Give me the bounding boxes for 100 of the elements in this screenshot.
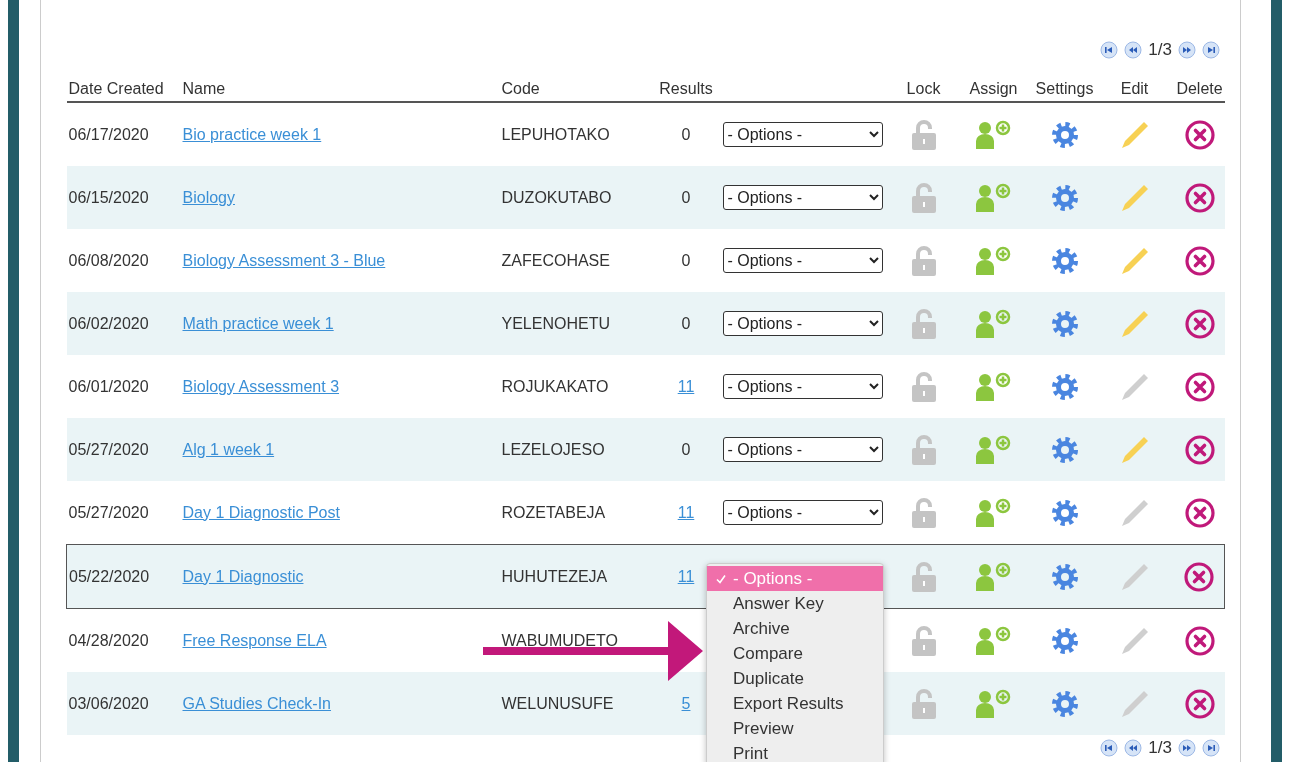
code-cell: HUHUTEZEJA xyxy=(501,567,608,585)
column-header: Results xyxy=(659,80,713,97)
options-dropdown[interactable]: - Options - xyxy=(722,374,883,399)
menu-item[interactable]: Answer Key xyxy=(707,591,883,616)
previous-page-icon[interactable] xyxy=(1124,41,1143,59)
code-cell: ROZETABEJA xyxy=(501,503,606,521)
column-header: Date Created xyxy=(68,80,164,97)
padlock-icon[interactable] xyxy=(910,496,937,529)
column-header: Delete xyxy=(1176,80,1223,97)
code-cell: LEZELOJESO xyxy=(501,440,605,458)
settings-icon[interactable] xyxy=(1050,183,1079,212)
column-header: Name xyxy=(182,80,226,97)
name-link[interactable]: GA Studies Check-In xyxy=(182,694,331,712)
next-page-icon[interactable] xyxy=(1178,739,1196,757)
code-cell: LEPUHOTAKO xyxy=(501,125,610,143)
menu-item[interactable]: Preview xyxy=(707,716,883,741)
date-cell: 03/06/2020 xyxy=(68,694,149,712)
add-person-icon[interactable] xyxy=(974,371,1013,402)
column-header: Settings xyxy=(1035,80,1094,97)
code-cell: YELENOHETU xyxy=(501,314,610,332)
padlock-icon[interactable] xyxy=(910,370,937,403)
options-dropdown[interactable]: - Options - xyxy=(722,500,883,525)
menu-item[interactable]: Print xyxy=(707,741,883,762)
add-person-icon[interactable] xyxy=(974,688,1013,719)
date-cell: 05/27/2020 xyxy=(68,440,149,458)
name-link[interactable]: Biology Assessment 3 xyxy=(182,377,340,395)
options-dropdown[interactable]: - Options - xyxy=(722,437,883,462)
column-header: Edit xyxy=(1120,80,1149,97)
name-link[interactable]: Day 1 Diagnostic Post xyxy=(182,503,340,521)
menu-item[interactable]: Compare xyxy=(707,641,883,666)
menu-item[interactable]: Archive xyxy=(707,616,883,641)
results-count: 0 xyxy=(681,314,691,332)
add-person-icon[interactable] xyxy=(974,625,1013,656)
menu-item[interactable]: Export Results xyxy=(707,691,883,716)
settings-icon[interactable] xyxy=(1050,626,1079,655)
results-link[interactable]: 5 xyxy=(681,694,691,712)
settings-icon[interactable] xyxy=(1050,309,1079,338)
options-dropdown[interactable]: - Options - xyxy=(722,122,883,147)
menu-item[interactable]: - Options - xyxy=(707,566,883,591)
code-cell: WELUNUSUFE xyxy=(501,694,614,712)
menu-item[interactable]: Duplicate xyxy=(707,666,883,691)
date-cell: 06/15/2020 xyxy=(68,188,149,206)
date-cell: 06/02/2020 xyxy=(68,314,149,332)
column-header: Code xyxy=(501,80,540,97)
add-person-icon[interactable] xyxy=(974,497,1013,528)
results-link[interactable]: 11 xyxy=(677,377,695,395)
checkmark-icon xyxy=(715,572,727,585)
settings-icon[interactable] xyxy=(1050,120,1079,149)
delete-icon[interactable] xyxy=(1183,118,1216,151)
delete-icon[interactable] xyxy=(1183,370,1216,403)
padlock-icon[interactable] xyxy=(910,244,937,277)
settings-icon[interactable] xyxy=(1050,562,1079,591)
options-dropdown[interactable]: - Options - xyxy=(722,311,883,336)
date-cell: 06/17/2020 xyxy=(68,125,149,143)
name-link[interactable]: Day 1 Diagnostic xyxy=(182,567,304,585)
options-dropdown[interactable]: - Options - xyxy=(722,185,883,210)
padlock-icon[interactable] xyxy=(910,624,937,657)
delete-icon[interactable] xyxy=(1183,181,1216,214)
first-page-icon[interactable] xyxy=(1100,41,1119,59)
padlock-icon[interactable] xyxy=(910,118,937,151)
settings-icon[interactable] xyxy=(1050,372,1079,401)
delete-icon[interactable] xyxy=(1183,433,1216,466)
add-person-icon[interactable] xyxy=(974,182,1013,213)
delete-icon[interactable] xyxy=(1183,244,1216,277)
settings-icon[interactable] xyxy=(1050,435,1079,464)
name-link[interactable]: Alg 1 week 1 xyxy=(182,440,275,458)
results-link[interactable]: 11 xyxy=(677,503,695,521)
name-link[interactable]: Free Response ELA xyxy=(182,631,327,649)
last-page-icon[interactable] xyxy=(1202,739,1220,757)
date-cell: 04/28/2020 xyxy=(68,631,149,649)
date-cell: 06/08/2020 xyxy=(68,251,149,269)
name-link[interactable]: Biology xyxy=(182,188,235,206)
previous-page-icon[interactable] xyxy=(1124,739,1143,757)
add-person-icon[interactable] xyxy=(974,561,1013,592)
delete-icon[interactable] xyxy=(1183,496,1216,529)
page-indicator: 1/3 xyxy=(1148,40,1172,60)
page-indicator: 1/3 xyxy=(1148,738,1172,758)
name-link[interactable]: Bio practice week 1 xyxy=(182,125,322,143)
results-count: 0 xyxy=(681,440,691,458)
settings-icon[interactable] xyxy=(1050,498,1079,527)
delete-icon[interactable] xyxy=(1183,307,1216,340)
code-cell: DUZOKUTABO xyxy=(501,188,612,206)
settings-icon[interactable] xyxy=(1050,689,1079,718)
last-page-icon[interactable] xyxy=(1202,41,1220,59)
code-cell: ROJUKAKATO xyxy=(501,377,609,395)
add-person-icon[interactable] xyxy=(974,245,1013,276)
add-person-icon[interactable] xyxy=(974,434,1013,465)
next-page-icon[interactable] xyxy=(1178,41,1196,59)
delete-icon[interactable] xyxy=(1183,560,1216,593)
code-cell: WABUMUDETO xyxy=(501,631,618,649)
add-person-icon[interactable] xyxy=(974,119,1013,150)
delete-icon[interactable] xyxy=(1183,624,1216,657)
options-dropdown[interactable]: - Options - xyxy=(722,248,883,273)
first-page-icon[interactable] xyxy=(1100,739,1119,757)
results-link[interactable]: 11 xyxy=(677,567,695,585)
delete-icon[interactable] xyxy=(1183,687,1216,720)
name-link[interactable]: Math practice week 1 xyxy=(182,314,334,332)
name-link[interactable]: Biology Assessment 3 - Blue xyxy=(182,251,386,269)
add-person-icon[interactable] xyxy=(974,308,1013,339)
settings-icon[interactable] xyxy=(1050,246,1079,275)
